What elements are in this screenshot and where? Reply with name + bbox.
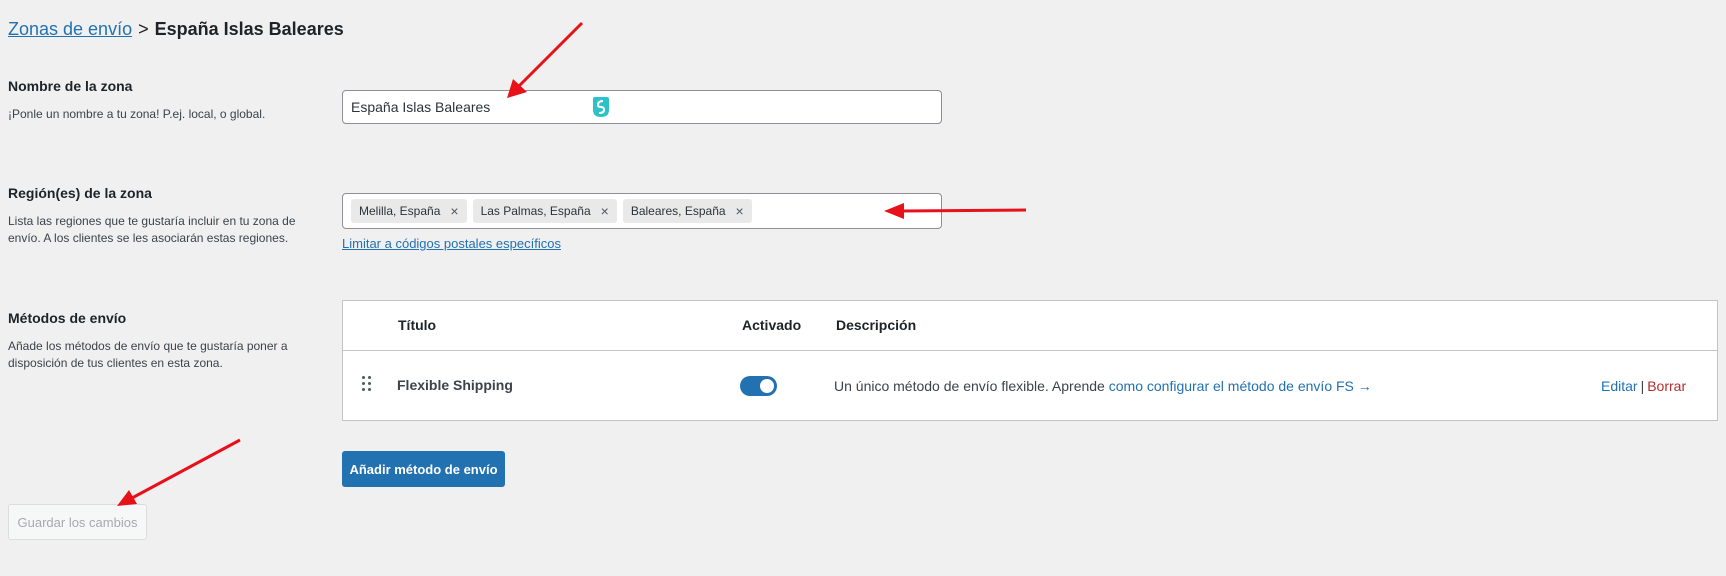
annotation-arrows (117, 21, 1027, 506)
annotation-arrow-icon (884, 203, 1027, 219)
annotation-arrow-icon (117, 438, 241, 506)
annotation-arrow-icon (507, 21, 584, 98)
